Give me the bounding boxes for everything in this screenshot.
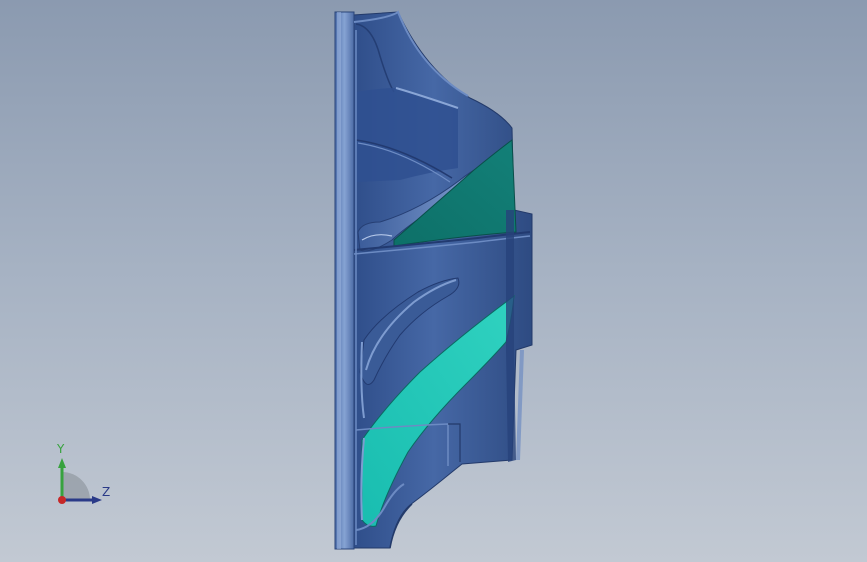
y-axis-label: Y xyxy=(57,442,65,456)
z-axis-label: Z xyxy=(102,485,111,499)
impeller-section-model[interactable] xyxy=(0,0,867,562)
coordinate-axes-icon xyxy=(58,458,102,504)
graphics-viewport[interactable]: Y Z xyxy=(0,0,867,562)
coordinate-triad: Y Z xyxy=(44,438,124,518)
